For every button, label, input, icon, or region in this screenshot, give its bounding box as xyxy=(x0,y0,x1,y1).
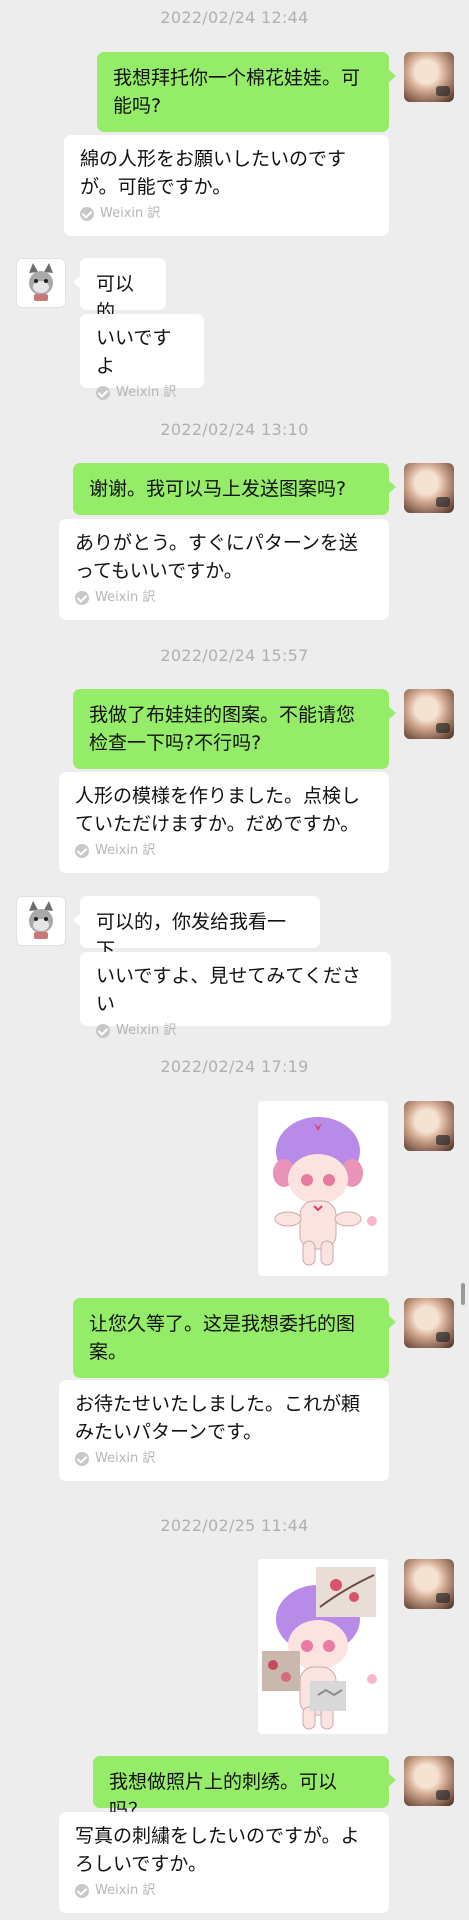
translation-card[interactable]: いいですよ、見せてみてください Weixin 訳 xyxy=(80,952,391,1038)
message-text: 谢谢。我可以马上发送图案吗? xyxy=(89,478,347,500)
check-icon xyxy=(75,591,89,605)
check-icon xyxy=(96,386,110,400)
contact-avatar[interactable] xyxy=(16,896,66,946)
contact-avatar[interactable] xyxy=(16,258,66,308)
timestamp: 2022/02/24 17:19 xyxy=(160,1057,309,1076)
my-avatar[interactable] xyxy=(404,52,454,102)
received-message-bubble[interactable]: 可以的，你发给我看一下 xyxy=(73,896,320,961)
translation-text: 綿の人形をお願いしたいのですが。可能ですか。 xyxy=(80,148,347,198)
translation-card[interactable]: 綿の人形をお願いしたいのですが。可能ですか。 Weixin 訳 xyxy=(64,135,389,236)
translation-source-label: Weixin 訳 xyxy=(95,1451,156,1466)
check-icon xyxy=(75,1452,89,1466)
translation-card[interactable]: 人形の模様を作りました。点検していただけますか。だめですか。 Weixin 訳 xyxy=(59,772,389,873)
timestamp: 2022/02/24 13:10 xyxy=(160,420,309,439)
translation-card[interactable]: 写真の刺繍をしたいのですが。よろしいですか。 Weixin 訳 xyxy=(59,1812,389,1913)
timestamp: 2022/02/25 11:44 xyxy=(160,1516,309,1535)
check-icon xyxy=(75,844,89,858)
check-icon xyxy=(80,207,94,221)
translation-source: Weixin 訳 xyxy=(96,1022,375,1040)
translation-source-label: Weixin 訳 xyxy=(116,1023,177,1038)
message-text: 我做了布娃娃的图案。不能请您检查一下吗?不行吗? xyxy=(89,704,356,754)
translation-text: 人形の模様を作りました。点検していただけますか。だめですか。 xyxy=(75,785,361,835)
translation-text: お待たせいたしました。これが頼みたいパターンです。 xyxy=(75,1393,361,1443)
my-avatar[interactable] xyxy=(404,463,454,513)
translation-source: Weixin 訳 xyxy=(80,205,373,223)
my-avatar[interactable] xyxy=(404,1559,454,1609)
sent-message-bubble[interactable]: 我做了布娃娃的图案。不能请您检查一下吗?不行吗? xyxy=(73,689,396,769)
translation-source-label: Weixin 訳 xyxy=(100,206,161,221)
translation-source-label: Weixin 訳 xyxy=(95,1883,156,1898)
translation-text: ありがとう。すぐにパターンを送ってもいいですか。 xyxy=(75,532,358,582)
scrollbar[interactable] xyxy=(461,1283,465,1305)
my-avatar[interactable] xyxy=(404,1756,454,1806)
translation-text: いいですよ xyxy=(96,327,172,377)
translation-card[interactable]: ありがとう。すぐにパターンを送ってもいいですか。 Weixin 訳 xyxy=(59,519,389,620)
message-text: 我想拜托你一个棉花娃娃。可能吗? xyxy=(113,67,361,117)
cat-icon xyxy=(29,263,53,301)
timestamp: 2022/02/24 15:57 xyxy=(160,646,309,665)
translation-card[interactable]: お待たせいたしました。これが頼みたいパターンです。 Weixin 訳 xyxy=(59,1380,389,1481)
translation-source-label: Weixin 訳 xyxy=(95,590,156,605)
message-text: 让您久等了。这是我想委托的图案。 xyxy=(89,1313,356,1363)
translation-source: Weixin 訳 xyxy=(96,384,188,402)
sent-message-bubble[interactable]: 让您久等了。这是我想委托的图案。 xyxy=(73,1298,396,1378)
cat-icon xyxy=(29,901,53,939)
sent-message-bubble[interactable]: 我想做照片上的刺绣。可以吗？ xyxy=(93,1756,396,1821)
check-icon xyxy=(75,1884,89,1898)
doll-pattern-image[interactable] xyxy=(258,1101,388,1276)
translation-source-label: Weixin 訳 xyxy=(116,385,177,400)
translation-source-label: Weixin 訳 xyxy=(95,843,156,858)
my-avatar[interactable] xyxy=(404,1298,454,1348)
sent-message-bubble[interactable]: 谢谢。我可以马上发送图案吗? xyxy=(73,463,396,515)
timestamp: 2022/02/24 12:44 xyxy=(160,8,309,27)
sent-message-bubble[interactable]: 我想拜托你一个棉花娃娃。可能吗? xyxy=(97,52,396,132)
my-avatar[interactable] xyxy=(404,689,454,739)
doll-embroidery-collage-image[interactable] xyxy=(258,1559,388,1734)
translation-text: いいですよ、見せてみてください xyxy=(96,965,361,1015)
translation-source: Weixin 訳 xyxy=(75,842,373,860)
translation-card[interactable]: いいですよ Weixin 訳 xyxy=(80,314,204,400)
received-message-bubble[interactable]: 可以的 xyxy=(73,258,166,323)
translation-source: Weixin 訳 xyxy=(75,1450,373,1468)
check-icon xyxy=(96,1024,110,1038)
translation-source: Weixin 訳 xyxy=(75,589,373,607)
translation-source: Weixin 訳 xyxy=(75,1882,373,1900)
translation-text: 写真の刺繍をしたいのですが。よろしいですか。 xyxy=(75,1825,360,1875)
my-avatar[interactable] xyxy=(404,1101,454,1151)
